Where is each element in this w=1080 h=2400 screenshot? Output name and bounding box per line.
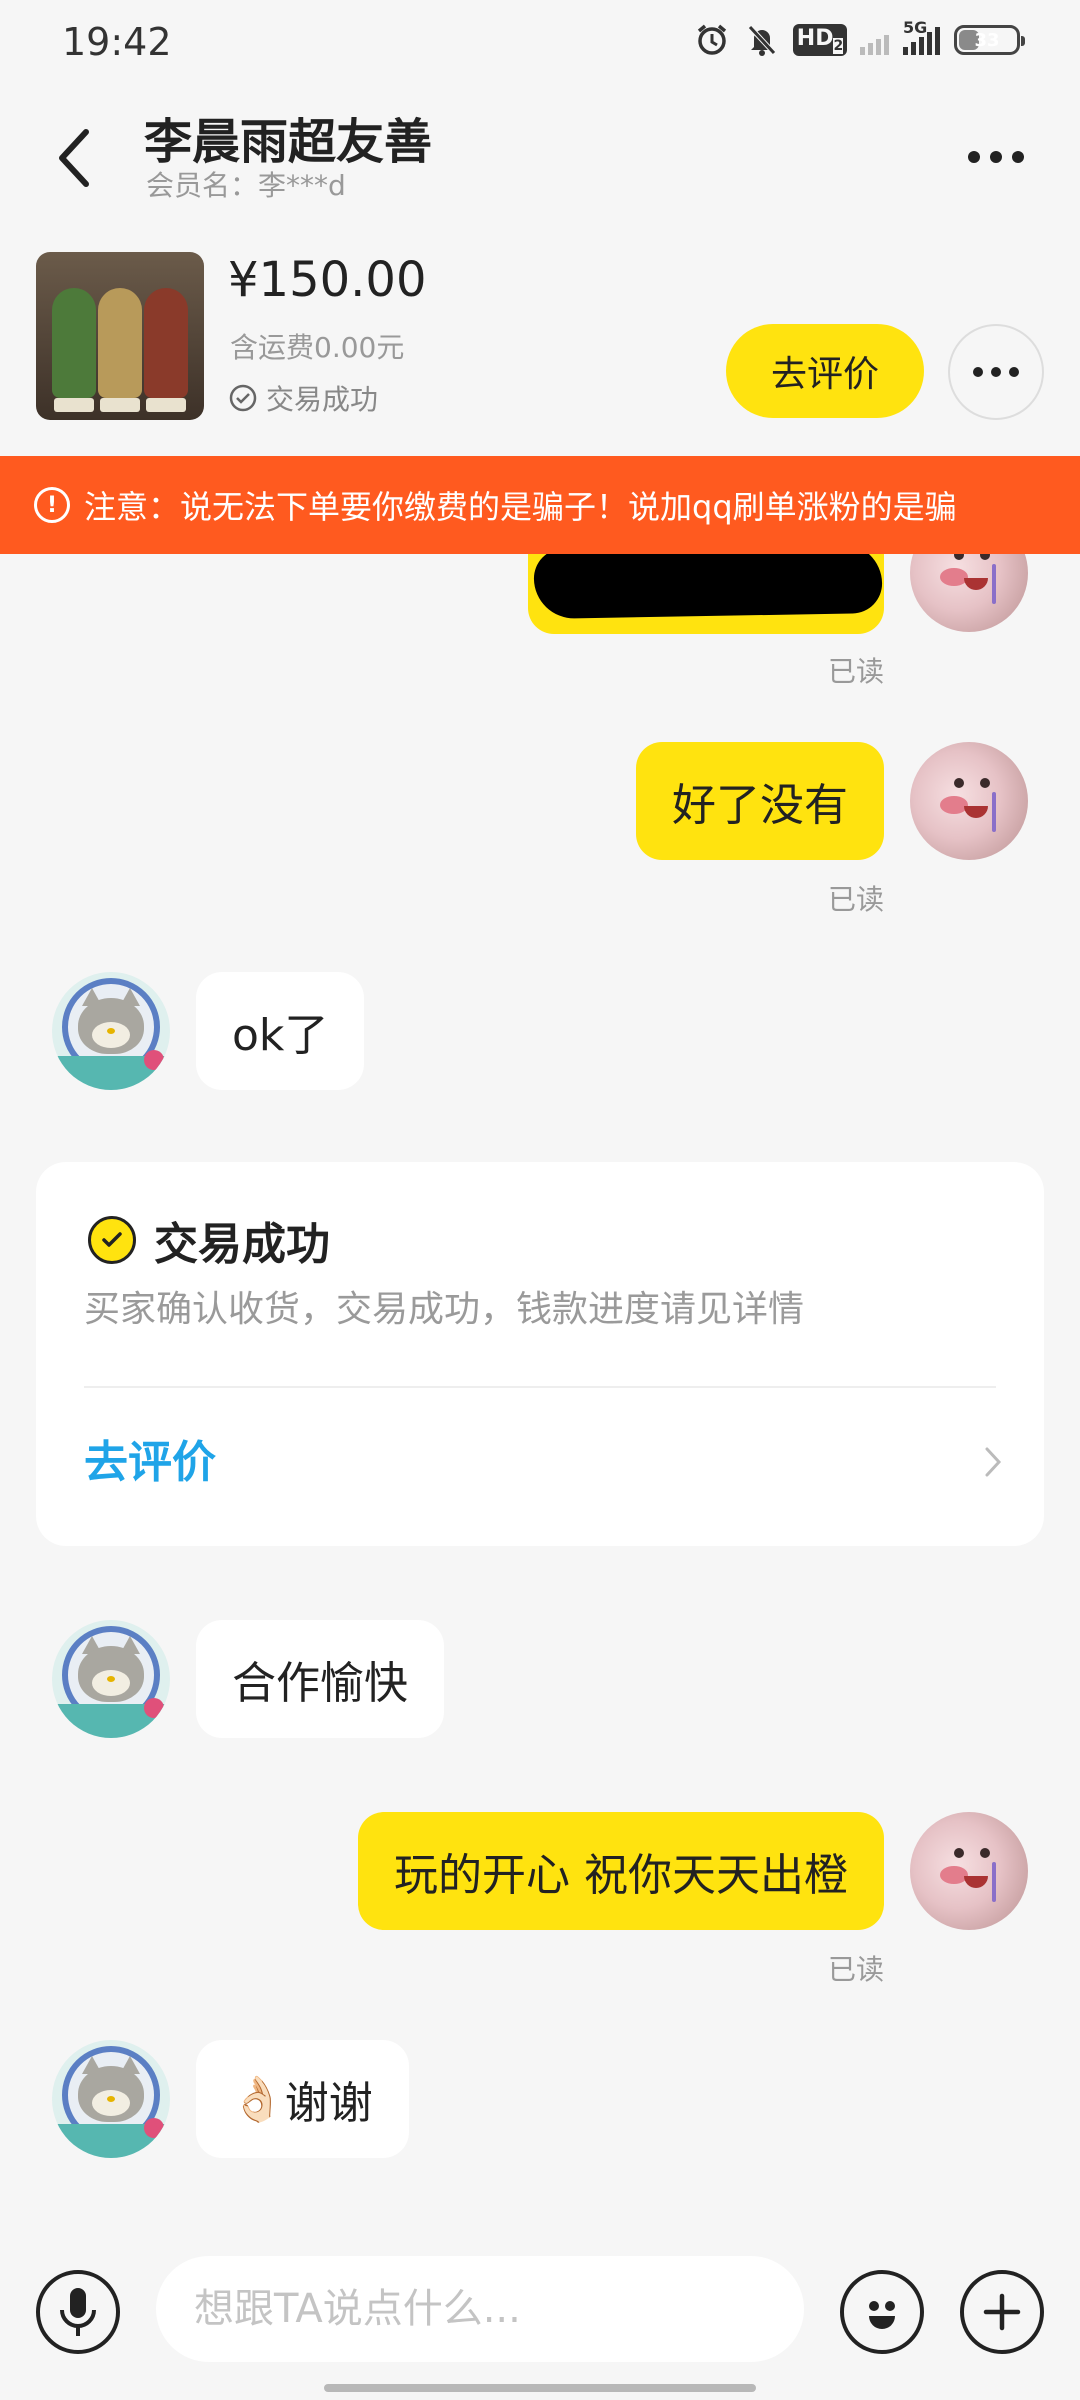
chat-title: 李晨雨超友善 xyxy=(144,114,433,170)
message-bubble-sent[interactable]: 玩的开心 祝你天天出橙 xyxy=(358,1812,884,1930)
message-bubble-sent[interactable]: 好了没有 xyxy=(636,742,884,860)
message-text: 谢谢 xyxy=(284,2078,373,2129)
add-attachment-button[interactable] xyxy=(960,2270,1044,2354)
bell-muted-icon xyxy=(744,22,780,58)
alarm-icon xyxy=(694,22,730,58)
signal-sim1-icon xyxy=(860,25,889,55)
read-receipt: 已读 xyxy=(828,1953,885,1986)
status-bar: 19:42 HD2 5G 33 xyxy=(0,0,1080,84)
more-dot-icon xyxy=(968,151,980,163)
smiley-icon xyxy=(869,2301,895,2329)
status-icons: HD2 5G 33 xyxy=(694,20,1025,58)
back-arrow-icon xyxy=(59,129,89,187)
seller-avatar[interactable] xyxy=(52,972,170,1090)
card-review-link[interactable]: 去评价 xyxy=(84,1426,216,1490)
check-circle-icon xyxy=(88,1216,136,1264)
my-avatar[interactable] xyxy=(910,554,1028,632)
my-avatar[interactable] xyxy=(910,1812,1028,1930)
card-description: 买家确认收货，交易成功，钱款进度请见详情 xyxy=(84,1289,805,1330)
message-bubble-received[interactable]: 合作愉快 xyxy=(196,1620,444,1738)
battery-level: 33 xyxy=(974,29,1000,51)
seller-avatar[interactable] xyxy=(52,2040,170,2158)
chat-header: 李晨雨超友善 会员名：李***d xyxy=(0,84,1080,234)
more-dot-icon xyxy=(1012,151,1024,163)
input-bar xyxy=(0,2230,1080,2400)
card-divider xyxy=(84,1386,996,1388)
ok-hand-emoji-icon: 👌🏻 xyxy=(230,2074,285,2125)
alert-icon: ! xyxy=(34,487,70,523)
signal-5g-icon: 5G xyxy=(903,20,940,55)
product-summary[interactable]: ¥150.00 含运费0.00元 交易成功 去评价 xyxy=(0,234,1080,456)
more-dot-icon xyxy=(990,151,1002,163)
my-avatar[interactable] xyxy=(910,742,1028,860)
deal-status-text: 交易成功 xyxy=(266,383,379,416)
status-time: 19:42 xyxy=(62,20,172,64)
more-options-button[interactable] xyxy=(956,122,1036,192)
warning-text: 注意：说无法下单要你缴费的是骗子！说加qq刷单涨粉的是骗 xyxy=(84,488,957,526)
battery-icon: 33 xyxy=(954,25,1025,55)
deal-status: 交易成功 xyxy=(228,378,378,418)
message-bubble-received[interactable]: 👌🏻 谢谢 xyxy=(196,2040,409,2158)
check-circle-icon xyxy=(229,384,257,412)
product-price: ¥150.00 xyxy=(228,252,427,308)
message-bubble-received[interactable]: ok了 xyxy=(196,972,365,1090)
chat-messages[interactable]: 已读 好了没有 已读 ok了 交易成功 买家确认收货，交易成功，钱款进度请见详情… xyxy=(0,554,1080,2230)
more-dot-icon xyxy=(1009,367,1019,377)
back-button[interactable] xyxy=(44,118,104,198)
microphone-icon xyxy=(60,2288,96,2336)
message-input[interactable] xyxy=(156,2256,804,2362)
review-button[interactable]: 去评价 xyxy=(726,324,924,418)
card-header: 交易成功 xyxy=(88,1208,330,1272)
chevron-right-icon[interactable] xyxy=(978,1442,1008,1482)
fraud-warning-banner[interactable]: ! 注意：说无法下单要你缴费的是骗子！说加qq刷单涨粉的是骗 xyxy=(0,456,1080,554)
member-name: 会员名：李***d xyxy=(146,169,346,202)
voice-button[interactable] xyxy=(36,2270,120,2354)
product-thumbnail[interactable] xyxy=(36,252,204,420)
hd-icon: HD2 xyxy=(792,22,848,58)
card-title: 交易成功 xyxy=(154,1219,330,1270)
seller-avatar[interactable] xyxy=(52,1620,170,1738)
more-dot-icon xyxy=(991,367,1001,377)
read-receipt: 已读 xyxy=(828,883,885,916)
read-receipt: 已读 xyxy=(828,655,885,688)
home-indicator[interactable] xyxy=(324,2384,756,2392)
plus-icon xyxy=(983,2293,1021,2331)
deal-success-card[interactable]: 交易成功 买家确认收货，交易成功，钱款进度请见详情 去评价 xyxy=(36,1162,1044,1546)
shipping-fee: 含运费0.00元 xyxy=(230,331,405,364)
emoji-button[interactable] xyxy=(840,2270,924,2354)
redacted-message[interactable] xyxy=(528,554,884,634)
more-dot-icon xyxy=(973,367,983,377)
product-more-button[interactable] xyxy=(948,324,1044,420)
